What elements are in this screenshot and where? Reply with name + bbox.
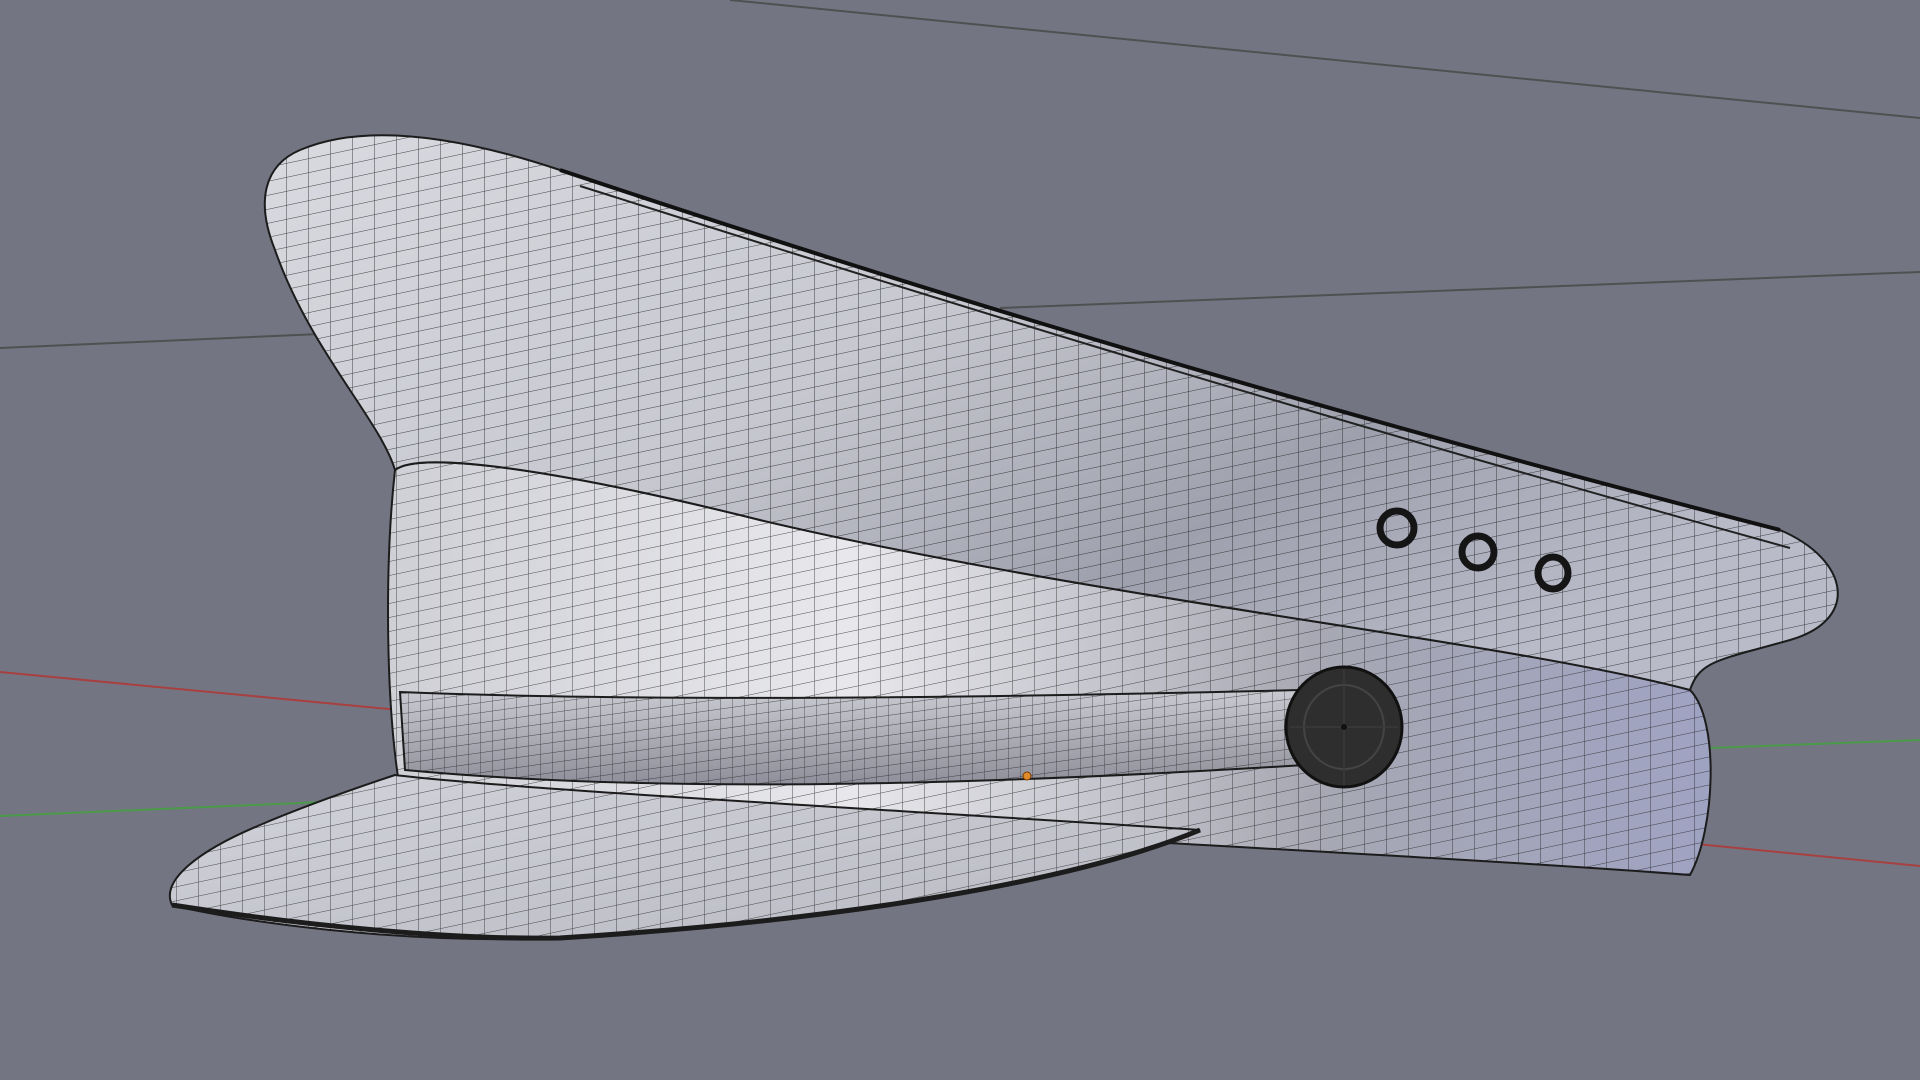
chin-strap[interactable] [398,688,1307,786]
grid-line-left [0,333,321,349]
viewport-canvas[interactable] [0,0,1920,1080]
cap-mesh[interactable] [169,134,1839,941]
grid-line-right [999,271,1920,309]
grid-line-top [729,0,1920,119]
strap-button[interactable] [1284,665,1404,789]
axis-x-line-left [0,671,421,713]
axis-y-line-right [1709,739,1920,749]
3d-viewport[interactable] [0,0,1920,1080]
origin-dot-icon [1022,771,1032,781]
